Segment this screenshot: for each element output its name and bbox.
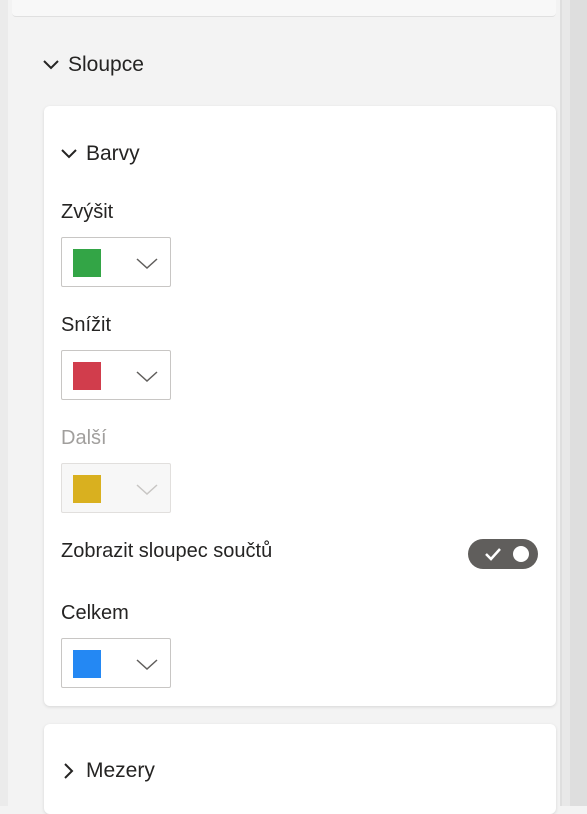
section-title: Sloupce	[68, 53, 144, 76]
previous-card-bottom	[12, 0, 556, 17]
section-header-columns[interactable]: Sloupce	[42, 49, 144, 81]
total-color-swatch	[73, 650, 101, 678]
show-totals-toggle[interactable]	[468, 539, 538, 569]
colors-card-title: Barvy	[86, 142, 140, 165]
chevron-down-icon	[136, 659, 158, 671]
other-color-swatch	[73, 475, 101, 503]
total-color-picker[interactable]	[61, 638, 171, 688]
increase-color-picker[interactable]	[61, 237, 171, 287]
total-label: Celkem	[61, 602, 129, 624]
increase-color-swatch	[73, 249, 101, 277]
panel-left-edge	[0, 0, 8, 806]
gap-card: Mezery	[44, 724, 556, 814]
other-label: Další	[61, 427, 107, 449]
toggle-knob	[513, 546, 529, 562]
check-icon	[485, 548, 501, 561]
colors-card: Barvy Zvýšit Snížit Další Zobrazit sloup…	[44, 106, 556, 706]
show-totals-label: Zobrazit sloupec součtů	[61, 540, 273, 562]
colors-card-header[interactable]: Barvy	[60, 138, 140, 170]
chevron-down-icon	[136, 484, 158, 496]
decrease-color-picker[interactable]	[61, 350, 171, 400]
chevron-down-icon	[136, 258, 158, 270]
gap-card-title: Mezery	[86, 759, 155, 782]
chevron-right-icon	[64, 763, 74, 779]
decrease-color-swatch	[73, 362, 101, 390]
decrease-label: Snížit	[61, 314, 112, 336]
other-color-picker	[61, 463, 171, 513]
chevron-down-icon	[61, 149, 77, 159]
chevron-down-icon	[136, 371, 158, 383]
increase-label: Zvýšit	[61, 201, 114, 223]
gap-card-header[interactable]: Mezery	[60, 755, 155, 787]
panel-divider	[562, 0, 570, 806]
chevron-down-icon	[43, 60, 59, 70]
